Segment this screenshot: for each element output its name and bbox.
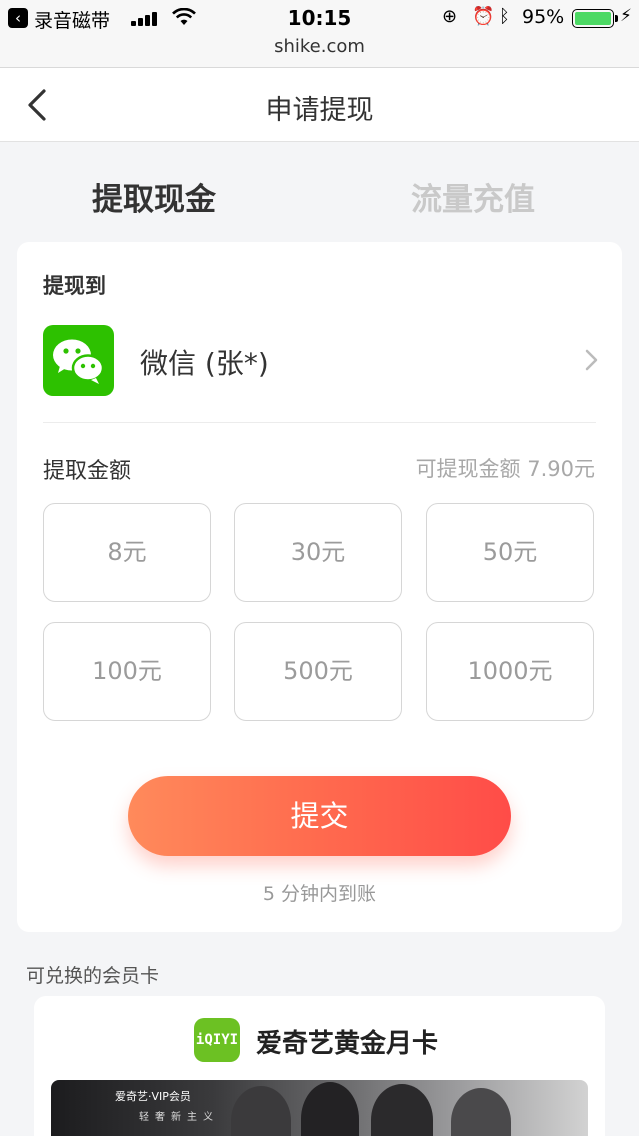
divider <box>43 422 596 423</box>
amount-label: 提取金额 <box>43 459 132 484</box>
status-bar: ‹ 录音磁带 10:15 ⊕ ⏰ ᛒ 95% ⚡ <box>0 0 639 36</box>
member-card-banner: 爱奇艺·VIP会员 轻奢新主义 <box>51 1080 588 1136</box>
tab-data-recharge[interactable]: 流量充值 <box>411 174 535 219</box>
member-cards-label: 可兑换的会员卡 <box>26 965 160 987</box>
banner-brand: 爱奇艺·VIP会员 <box>115 1090 191 1103</box>
member-card-iqiyi[interactable]: iQIYI 爱奇艺黄金月卡 爱奇艺·VIP会员 轻奢新主义 <box>34 996 605 1136</box>
browser-top-bar: ‹ 录音磁带 10:15 ⊕ ⏰ ᛒ 95% ⚡ shike.com <box>0 0 639 68</box>
amount-option-50[interactable]: 50元 <box>426 503 594 602</box>
available-balance: 可提现金额 7.90元 <box>415 457 595 481</box>
battery-icon <box>572 9 618 28</box>
submit-button[interactable]: 提交 <box>128 776 511 856</box>
orientation-lock-icon: ⊕ <box>442 6 458 27</box>
amount-option-30[interactable]: 30元 <box>234 503 402 602</box>
banner-figure <box>231 1086 291 1136</box>
alarm-icon: ⏰ <box>472 6 495 27</box>
banner-figure <box>371 1084 433 1136</box>
amount-option-500[interactable]: 500元 <box>234 622 402 721</box>
withdraw-card: 提现到 微信 (张*) 提取金额 可提现金额 7.90元 8元 30元 50元 … <box>17 242 622 932</box>
amount-option-100[interactable]: 100元 <box>43 622 211 721</box>
url-bar[interactable]: shike.com <box>0 36 639 57</box>
charging-icon: ⚡ <box>620 6 632 26</box>
chevron-right-icon[interactable] <box>584 348 600 372</box>
wechat-icon <box>43 325 114 396</box>
withdraw-to-label: 提现到 <box>43 274 106 298</box>
amount-option-1000[interactable]: 1000元 <box>426 622 594 721</box>
page-title: 申请提现 <box>265 95 374 126</box>
battery-percent: 95% <box>522 6 565 28</box>
arrival-hint: 5 分钟内到账 <box>262 883 377 905</box>
nav-bar: 申请提现 <box>0 68 639 142</box>
banner-figure <box>301 1082 359 1136</box>
iqiyi-logo-icon: iQIYI <box>194 1018 240 1062</box>
amount-option-8[interactable]: 8元 <box>43 503 211 602</box>
member-card-title: 爱奇艺黄金月卡 <box>256 1029 439 1059</box>
banner-figure <box>451 1088 511 1136</box>
tab-cash[interactable]: 提取现金 <box>92 174 216 219</box>
bluetooth-icon: ᛒ <box>499 6 510 27</box>
wechat-account-name[interactable]: 微信 (张*) <box>140 342 269 382</box>
banner-tag: 轻奢新主义 <box>139 1112 219 1123</box>
